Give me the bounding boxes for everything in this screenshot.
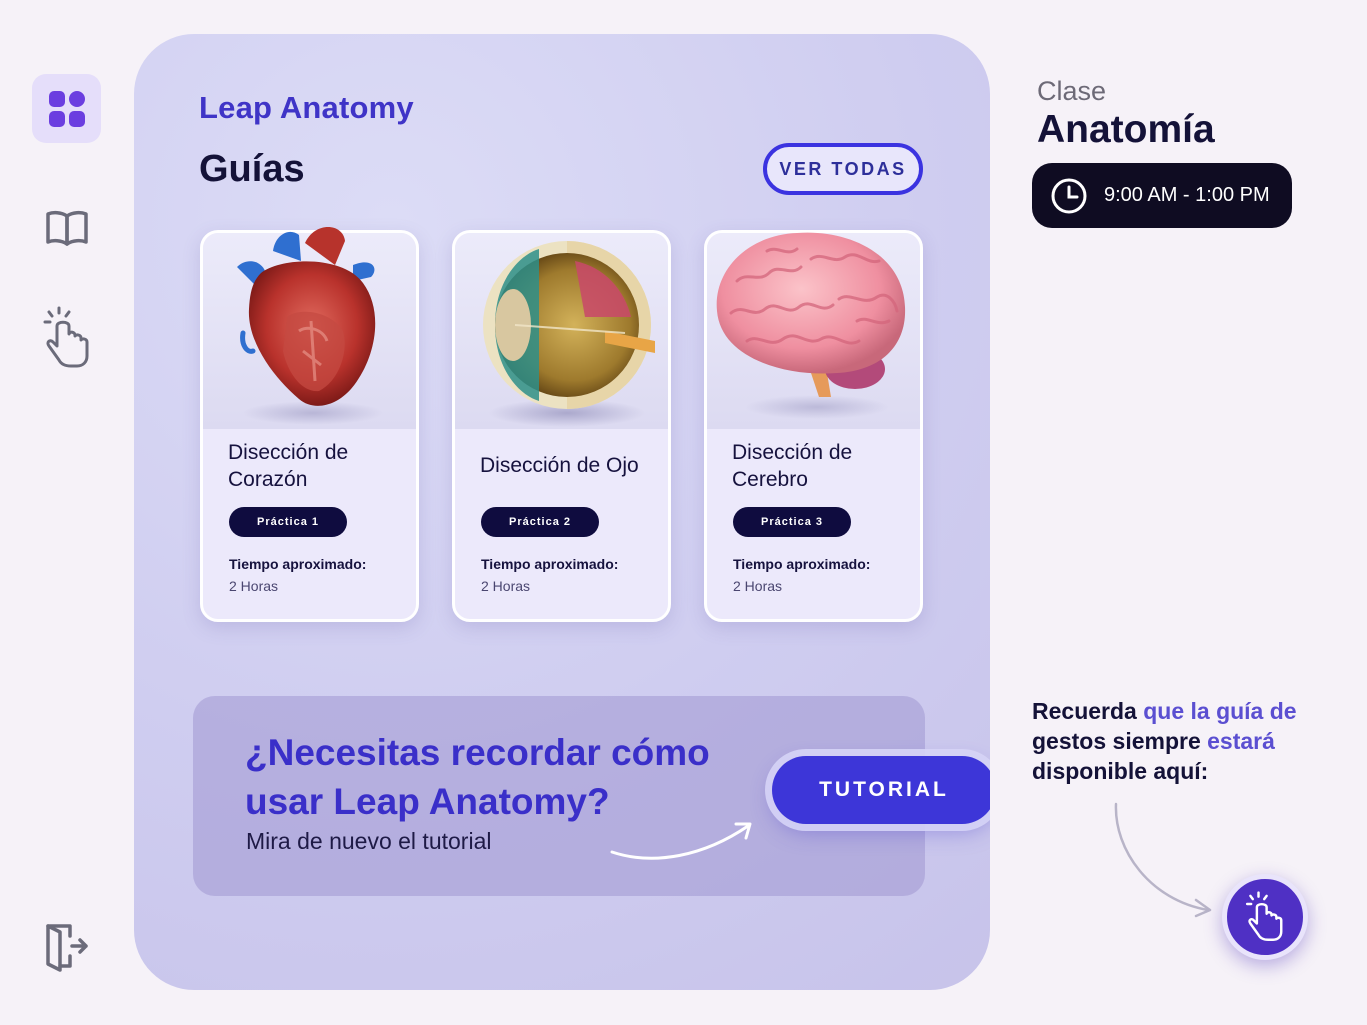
gesture-guide-button[interactable] <box>1222 874 1308 960</box>
practice-badge: Práctica 3 <box>733 507 851 537</box>
banner-question: ¿Necesitas recordar cómo usar Leap Anato… <box>245 732 710 822</box>
guide-card-brain[interactable]: Disección de Cerebro Práctica 3 Tiempo a… <box>704 230 923 622</box>
reminder-text: Recuerda <box>1032 698 1137 724</box>
gestures-button[interactable] <box>32 303 101 372</box>
time-label: Tiempo aproximado: <box>229 556 367 572</box>
time-label: Tiempo aproximado: <box>481 556 619 572</box>
class-label: Clase <box>1037 76 1107 106</box>
reminder-text: disponible aquí: <box>1032 758 1209 784</box>
guide-title: Disección de Corazón <box>228 441 349 491</box>
reminder-text: estará <box>1207 728 1275 754</box>
guide-title: Disección de Cerebro <box>732 441 853 491</box>
practice-badge: Práctica 1 <box>229 507 347 537</box>
main-panel: Leap Anatomy Guías VER TODAS Disección d… <box>134 34 990 990</box>
reminder-text: la guía de <box>1190 698 1297 724</box>
heart-image <box>203 227 416 429</box>
guide-card-heart[interactable]: Disección de Corazón Práctica 1 Tiempo a… <box>200 227 419 622</box>
apps-grid-icon <box>48 90 85 127</box>
guide-title: Disección de Ojo <box>480 454 639 477</box>
clock-icon <box>1051 178 1087 213</box>
gesture-reminder: Recuerda que la guía de gestos siempre e… <box>1032 696 1332 786</box>
guides-button[interactable] <box>32 193 101 262</box>
banner-subtitle: Mira de nuevo el tutorial <box>246 828 492 854</box>
class-name: Anatomía <box>1037 108 1215 151</box>
time-value: 2 Horas <box>481 578 531 594</box>
logout-button[interactable] <box>32 912 101 981</box>
book-icon <box>45 210 88 246</box>
reminder-text: gestos siempre <box>1032 728 1208 754</box>
eye-image <box>455 233 668 429</box>
section-title: Guías <box>199 148 305 190</box>
apps-button[interactable] <box>32 74 101 143</box>
tutorial-button[interactable]: TUTORIAL <box>772 756 990 824</box>
see-all-button[interactable]: VER TODAS <box>763 143 923 195</box>
brain-image <box>707 232 920 429</box>
schedule-text: 9:00 AM - 1:00 PM <box>1104 184 1270 206</box>
exit-icon <box>45 923 88 972</box>
schedule-badge: 9:00 AM - 1:00 PM <box>1032 163 1292 228</box>
brand-title: Leap Anatomy <box>199 90 414 125</box>
gesture-hand-icon <box>1245 891 1283 941</box>
sidebar <box>0 0 135 1025</box>
gesture-hand-icon <box>43 306 88 367</box>
time-value: 2 Horas <box>229 578 279 594</box>
curved-arrow-icon <box>610 822 752 860</box>
pointer-arrow-icon <box>1114 802 1212 918</box>
reminder-text: que <box>1136 698 1191 724</box>
practice-badge: Práctica 2 <box>481 507 599 537</box>
time-label: Tiempo aproximado: <box>733 556 871 572</box>
time-value: 2 Horas <box>733 578 783 594</box>
guide-card-eye[interactable]: Disección de Ojo Práctica 2 Tiempo aprox… <box>452 230 671 622</box>
